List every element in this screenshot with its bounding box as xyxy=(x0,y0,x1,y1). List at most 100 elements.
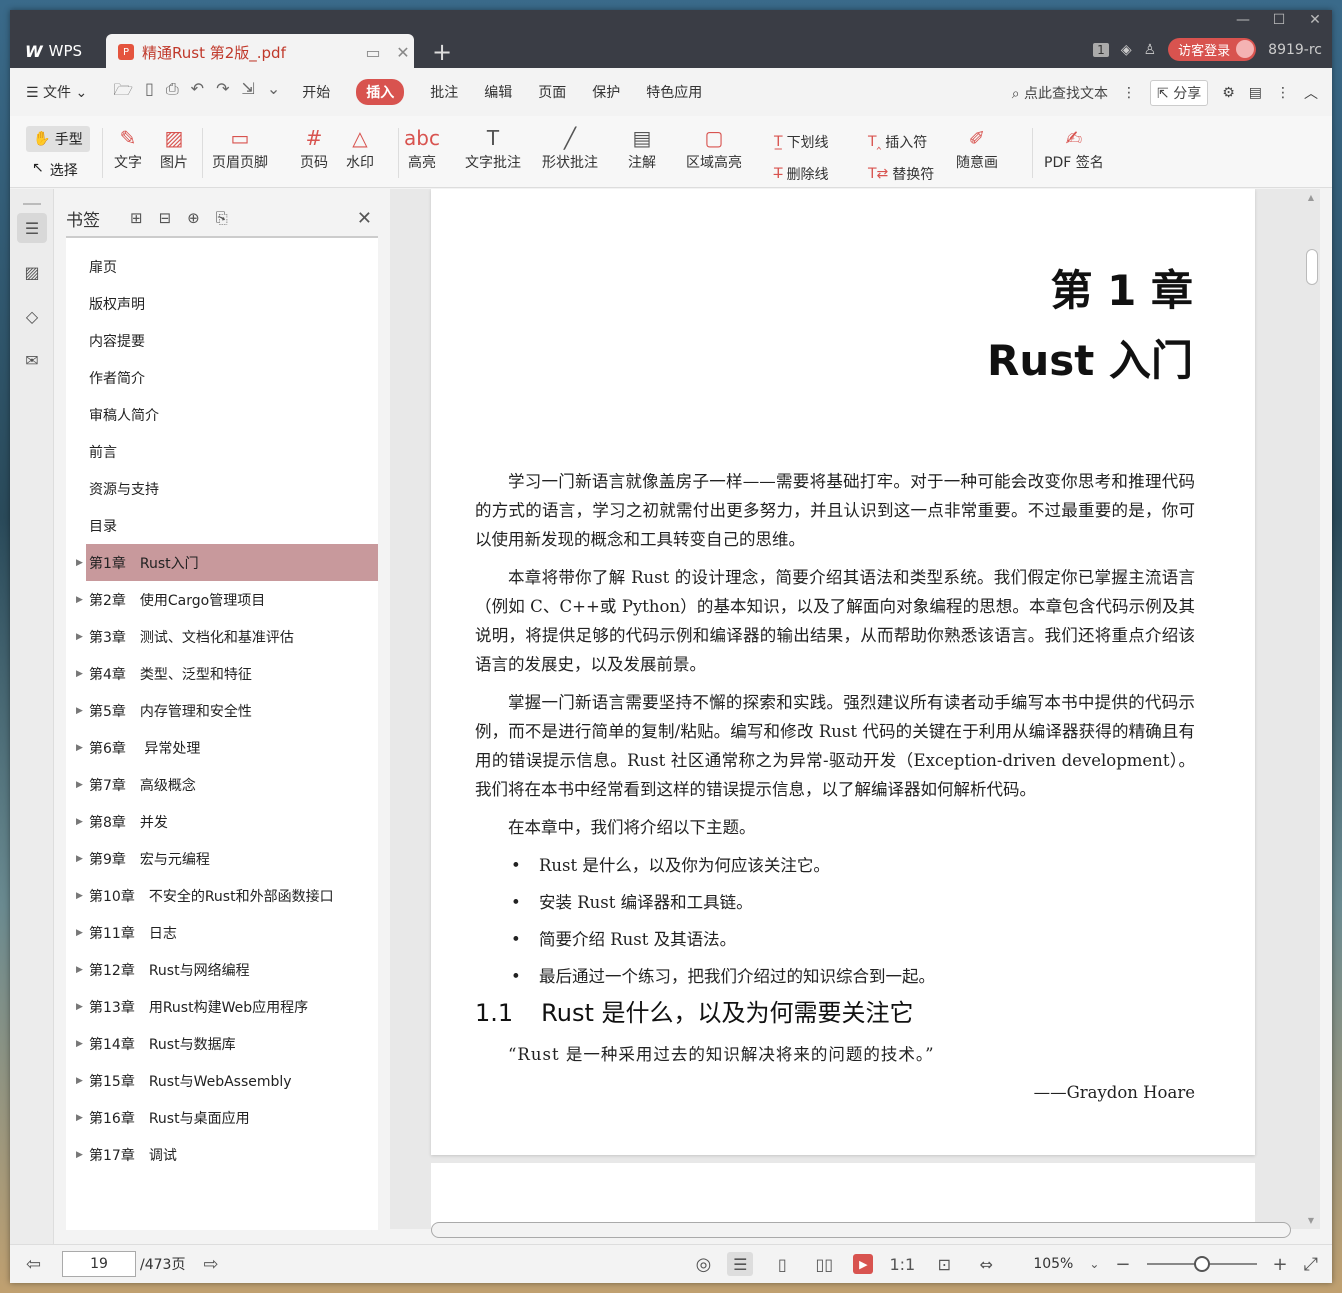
comment-icon[interactable]: ▤ xyxy=(1249,85,1262,101)
eye-care-icon[interactable]: ◎ xyxy=(696,1254,712,1275)
insert-char-button[interactable]: T‸ 插入符 xyxy=(868,132,927,152)
fit-page-icon[interactable]: ⊡ xyxy=(931,1252,957,1276)
bookmark-list-icon[interactable]: ☰ xyxy=(17,213,47,243)
expand-arrow-icon[interactable]: ▶ xyxy=(76,595,83,605)
bookmark-item[interactable]: 资源与支持 xyxy=(66,470,378,507)
tab-edit[interactable]: 编辑 xyxy=(484,82,512,102)
expand-all-icon[interactable]: ⊞ xyxy=(130,209,143,227)
bookmark-item[interactable]: 审稿人简介 xyxy=(66,396,378,433)
undo-icon[interactable]: ↶ xyxy=(191,79,204,106)
bookmark-item[interactable]: ▶ 第1章 Rust入门 xyxy=(76,544,378,581)
page-number-input[interactable]: 19 xyxy=(62,1251,136,1277)
expand-arrow-icon[interactable]: ▶ xyxy=(76,706,83,716)
fullscreen-icon[interactable]: ⤢ xyxy=(1304,1254,1318,1275)
replace-char-button[interactable]: T⇄ 替换符 xyxy=(868,164,934,184)
bookmark-item[interactable]: ▶ 第8章 并发 xyxy=(66,803,378,840)
expand-arrow-icon[interactable]: ▶ xyxy=(76,743,83,753)
add-bookmark-icon[interactable]: ⊕ xyxy=(187,209,200,227)
more-vertical-icon[interactable]: ⋮ xyxy=(1122,85,1136,101)
expand-arrow-icon[interactable]: ▶ xyxy=(76,1076,83,1086)
actual-size-icon[interactable]: 1:1 xyxy=(889,1252,915,1276)
more-chevron-icon[interactable]: ⌄ xyxy=(267,79,280,106)
text-note-button[interactable]: T 文字批注 xyxy=(465,124,521,172)
expand-arrow-icon[interactable]: ▶ xyxy=(76,1039,83,1049)
gear-icon[interactable]: ⚙ xyxy=(1222,85,1235,101)
window-count-badge[interactable]: 1 xyxy=(1093,42,1109,57)
freehand-button[interactable]: ✐ 随意画 xyxy=(956,124,998,172)
hand-tool-button[interactable]: ✋ 手型 xyxy=(26,126,90,152)
monitor-icon[interactable]: ▭ xyxy=(362,43,384,62)
strikethrough-button[interactable]: T̶ 删除线 xyxy=(774,164,829,184)
bookmark-item[interactable]: ▶ 第17章 调试 xyxy=(66,1136,378,1173)
area-highlight-button[interactable]: ▢ 区域高亮 xyxy=(686,124,742,172)
open-folder-icon[interactable]: 🗁 xyxy=(113,79,133,106)
thumbnail-icon[interactable]: ▨ xyxy=(17,257,47,287)
single-page-icon[interactable]: ▯ xyxy=(769,1252,795,1276)
tab-insert[interactable]: 插入 xyxy=(356,79,405,105)
bookmark-item[interactable]: ▶ 第5章 内存管理和安全性 xyxy=(66,692,378,729)
minimize-icon[interactable]: — xyxy=(1234,12,1252,28)
document-viewport[interactable]: 第 1 章 Rust 入门 学习一门新语言就像盖房子一样——需要将基础打牢。对于… xyxy=(390,189,1320,1229)
zoom-out-icon[interactable]: − xyxy=(1115,1254,1130,1275)
fit-width-icon[interactable]: ⇔ xyxy=(973,1252,999,1276)
close-panel-icon[interactable]: ✕ xyxy=(357,208,372,229)
page-number-button[interactable]: # 页码 xyxy=(300,124,328,172)
search-box[interactable]: ⌕ 点此查找文本 xyxy=(1012,83,1108,103)
expand-arrow-icon[interactable]: ▶ xyxy=(76,1113,83,1123)
zoom-in-icon[interactable]: + xyxy=(1273,1254,1288,1275)
expand-arrow-icon[interactable]: ▶ xyxy=(76,669,83,679)
expand-arrow-icon[interactable]: ▶ xyxy=(76,854,83,864)
bookmark-item[interactable]: ▶ 第2章 使用Cargo管理项目 xyxy=(66,581,378,618)
bookmark-item[interactable]: ▶ 第14章 Rust与数据库 xyxy=(66,1025,378,1062)
skin-icon[interactable]: ◈ xyxy=(1121,42,1132,58)
expand-arrow-icon[interactable]: ▶ xyxy=(76,780,83,790)
maximize-icon[interactable]: ☐ xyxy=(1270,12,1288,28)
bookmark-ribbon-icon[interactable]: ⎘ xyxy=(216,209,228,227)
tab-special[interactable]: 特色应用 xyxy=(646,82,702,102)
close-tab-icon[interactable]: ✕ xyxy=(392,43,414,62)
print-icon[interactable]: ⎙ xyxy=(166,79,179,106)
expand-arrow-icon[interactable]: ▶ xyxy=(76,817,83,827)
scroll-down-icon[interactable]: ▼ xyxy=(1308,1216,1314,1225)
bookmark-item[interactable]: 目录 xyxy=(66,507,378,544)
collapse-all-icon[interactable]: ⊟ xyxy=(159,209,172,227)
bookmark-item[interactable]: ▶ 第7章 高级概念 xyxy=(66,766,378,803)
zoom-slider[interactable] xyxy=(1146,1256,1257,1272)
watermark-button[interactable]: △ 水印 xyxy=(346,124,374,172)
bookmark-item[interactable]: 作者简介 xyxy=(66,359,378,396)
vertical-scrollbar-thumb[interactable] xyxy=(1306,249,1318,285)
highlight-button[interactable]: abc 高亮 xyxy=(404,124,440,172)
expand-arrow-icon[interactable]: ▶ xyxy=(76,965,83,975)
select-tool-button[interactable]: ↖ 选择 xyxy=(32,160,78,180)
bookmark-item[interactable]: ▶ 第4章 类型、泛型和特征 xyxy=(66,655,378,692)
bookmark-item[interactable]: ▶ 第11章 日志 xyxy=(66,914,378,951)
collapse-chevron-icon[interactable]: ︿ xyxy=(1304,83,1318,103)
underline-button[interactable]: T̲ 下划线 xyxy=(774,132,829,152)
bookmark-item[interactable]: ▶ 第12章 Rust与网络编程 xyxy=(66,951,378,988)
expand-arrow-icon[interactable]: ▶ xyxy=(76,1150,83,1160)
header-footer-button[interactable]: ▭ 页眉页脚 xyxy=(212,124,268,172)
pdf-sign-button[interactable]: ✍ PDF 签名 xyxy=(1044,124,1104,172)
share-button[interactable]: ⇱ 分享 xyxy=(1150,80,1209,106)
zoom-slider-handle[interactable] xyxy=(1193,1256,1210,1272)
scroll-up-icon[interactable]: ▲ xyxy=(1308,193,1314,202)
export-icon[interactable]: ⇲ xyxy=(241,79,254,106)
image-button[interactable]: ▨ 图片 xyxy=(160,124,188,172)
annotation-button[interactable]: ▤ 注解 xyxy=(628,124,656,172)
zoom-dropdown-icon[interactable]: ⌄ xyxy=(1089,1257,1099,1271)
more-icon[interactable]: ⋮ xyxy=(1276,85,1290,101)
save-icon[interactable]: ▯ xyxy=(145,79,154,106)
shirt-icon[interactable]: ♙ xyxy=(1144,42,1157,58)
horizontal-scrollbar[interactable] xyxy=(431,1222,1291,1238)
new-tab-button[interactable]: + xyxy=(432,38,452,66)
bookmark-item[interactable]: ▶ 第15章 Rust与WebAssembly xyxy=(66,1062,378,1099)
bookmark-item[interactable]: ▶ 第3章 测试、文档化和基准评估 xyxy=(66,618,378,655)
bookmark-item[interactable]: ▶ 第13章 用Rust构建Web应用程序 xyxy=(66,988,378,1025)
shape-note-button[interactable]: ╱ 形状批注 xyxy=(542,124,598,172)
bookmark-item[interactable]: ▶ 第9章 宏与元编程 xyxy=(66,840,378,877)
signature-panel-icon[interactable]: ✉ xyxy=(17,345,47,375)
file-menu[interactable]: ☰ 文件 ⌄ xyxy=(26,82,87,102)
prev-page-icon[interactable]: ⇦ xyxy=(26,1254,41,1275)
bookmark-item[interactable]: ▶ 第10章 不安全的Rust和外部函数接口 xyxy=(66,877,378,914)
bookmark-item[interactable]: 前言 xyxy=(66,433,378,470)
